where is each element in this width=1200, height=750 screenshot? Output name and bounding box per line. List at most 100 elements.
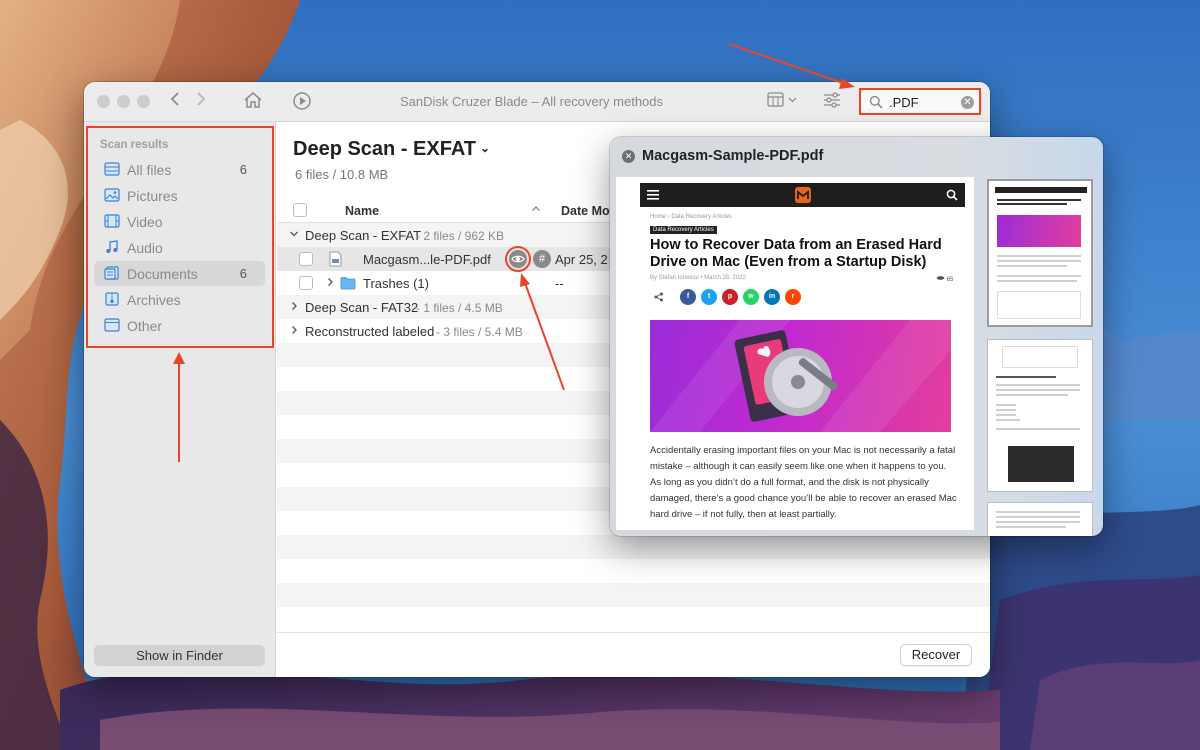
close-window-button[interactable] xyxy=(97,95,110,108)
pinterest-share-icon: p xyxy=(722,289,738,305)
sort-ascending-icon xyxy=(532,206,540,211)
page-thumbnail[interactable] xyxy=(987,339,1093,492)
sidebar-item-video[interactable]: Video xyxy=(94,209,265,234)
sidebar: Scan results All files 6 Pictures Video … xyxy=(84,122,276,677)
chevron-right-icon[interactable] xyxy=(289,324,299,336)
scan-summary: 6 files / 10.8 MB xyxy=(295,167,389,182)
pictures-icon xyxy=(104,188,120,202)
page-thumbnail[interactable] xyxy=(987,179,1093,327)
sidebar-item-label: Documents xyxy=(127,266,198,282)
sidebar-item-archives[interactable]: Archives xyxy=(94,287,265,312)
audio-icon xyxy=(106,240,118,253)
whatsapp-share-icon: w xyxy=(743,289,759,305)
folder-name: Trashes (1) xyxy=(363,276,429,291)
chevron-right-icon[interactable] xyxy=(289,300,299,312)
zoom-window-button[interactable] xyxy=(137,95,150,108)
view-options-icon[interactable] xyxy=(766,91,800,113)
page-thumbnails xyxy=(985,177,1095,536)
group-name: Reconstructed labeled xyxy=(305,324,435,339)
resume-scan-icon[interactable] xyxy=(291,91,313,113)
pdf-category-tag: Data Recovery Articles xyxy=(650,226,717,234)
group-meta: - 1 files / 4.5 MB xyxy=(416,301,503,315)
sidebar-item-label: Other xyxy=(127,318,163,334)
sidebar-item-documents[interactable]: Documents 6 xyxy=(94,261,265,286)
twitter-share-icon: t xyxy=(701,289,717,305)
back-icon[interactable] xyxy=(168,91,182,113)
filter-sliders-icon[interactable] xyxy=(821,91,843,113)
hash-icon[interactable]: # xyxy=(533,250,551,268)
archives-icon xyxy=(105,292,119,306)
eye-icon xyxy=(936,276,945,280)
clear-search-icon[interactable]: ✕ xyxy=(961,96,974,109)
pdf-body-text: Accidentally erasing important files on … xyxy=(650,445,957,520)
preview-eye-icon[interactable] xyxy=(509,250,527,268)
sidebar-item-label: All files xyxy=(127,162,172,178)
sidebar-item-count: 6 xyxy=(239,266,247,281)
sidebar-item-audio[interactable]: Audio xyxy=(94,235,265,260)
preview-title: Macgasm-Sample-PDF.pdf xyxy=(642,148,824,164)
sidebar-item-other[interactable]: Other xyxy=(94,313,265,338)
sidebar-item-label: Audio xyxy=(127,240,163,256)
hamburger-menu-icon xyxy=(647,190,659,200)
video-icon xyxy=(104,214,120,228)
chevron-down-icon: ⌄ xyxy=(480,141,491,155)
window-title: SanDisk Cruzer Blade – All recovery meth… xyxy=(400,94,664,109)
group-name: Deep Scan - FAT32 xyxy=(305,300,419,315)
file-name: Macgasm...le-PDF.pdf xyxy=(363,252,491,267)
empty-row xyxy=(277,583,990,607)
share-icon xyxy=(654,292,663,302)
column-name[interactable]: Name xyxy=(345,204,379,218)
all-files-icon xyxy=(104,162,120,176)
file-date: Apr 25, 2 xyxy=(555,252,608,267)
bottom-bar: Recover xyxy=(277,632,990,677)
group-meta: - 2 files / 962 KB xyxy=(416,229,505,243)
recover-button[interactable]: Recover xyxy=(900,644,972,666)
close-preview-icon[interactable]: ✕ xyxy=(622,150,635,163)
pdf-view-count: 65 xyxy=(936,275,953,283)
sidebar-header: Scan results xyxy=(100,139,169,151)
sidebar-item-pictures[interactable]: Pictures xyxy=(94,183,265,208)
scan-title-text: Deep Scan - EXFAT xyxy=(293,138,477,160)
pdf-breadcrumb: Home › Data Recovery Articles xyxy=(650,214,733,220)
pdf-file-icon xyxy=(329,251,342,267)
pdf-heading: How to Recover Data from an Erased Hard … xyxy=(650,237,942,270)
search-icon xyxy=(946,189,958,201)
search-input[interactable]: .PDF xyxy=(889,95,919,110)
quick-look-panel: ✕ Macgasm-Sample-PDF.pdf Home › Data Rec… xyxy=(610,137,1103,536)
page-thumbnail[interactable] xyxy=(987,502,1093,536)
empty-row xyxy=(277,535,990,559)
group-name: Deep Scan - EXFAT xyxy=(305,228,422,243)
folder-checkbox[interactable] xyxy=(299,276,313,290)
home-icon[interactable] xyxy=(242,91,264,113)
forward-icon[interactable] xyxy=(194,91,208,113)
chevron-right-icon[interactable] xyxy=(325,276,335,288)
title-bar: SanDisk Cruzer Blade – All recovery meth… xyxy=(84,82,990,122)
pdf-hero-image xyxy=(650,320,951,432)
file-checkbox[interactable] xyxy=(299,252,313,266)
site-logo-icon xyxy=(795,187,811,203)
sidebar-item-label: Pictures xyxy=(127,188,178,204)
column-date-modified[interactable]: Date Mod xyxy=(561,204,617,218)
pdf-page: Home › Data Recovery Articles Data Recov… xyxy=(616,177,974,530)
show-in-finder-button[interactable]: Show in Finder xyxy=(94,645,265,666)
pdf-byline: By Stefan Ionescu • March 28, 2022 xyxy=(650,275,746,281)
sidebar-item-count: 6 xyxy=(239,162,247,177)
search-icon xyxy=(869,95,883,109)
other-icon xyxy=(104,318,120,332)
reddit-share-icon: r xyxy=(785,289,801,305)
scan-title[interactable]: Deep Scan - EXFAT ⌄ xyxy=(293,138,490,161)
site-navbar xyxy=(640,183,965,207)
select-all-checkbox[interactable] xyxy=(293,203,307,217)
minimize-window-button[interactable] xyxy=(117,95,130,108)
sidebar-item-label: Video xyxy=(127,214,163,230)
search-field[interactable]: .PDF ✕ xyxy=(860,89,982,115)
group-meta: - 3 files / 5.4 MB xyxy=(436,325,523,339)
pdf-view-count-value: 65 xyxy=(946,277,954,283)
folder-date: -- xyxy=(555,276,564,291)
documents-icon xyxy=(104,266,119,280)
facebook-share-icon: f xyxy=(680,289,696,305)
chevron-down-icon[interactable] xyxy=(289,228,299,240)
folder-icon xyxy=(340,277,356,290)
sidebar-item-label: Archives xyxy=(127,292,181,308)
sidebar-item-all-files[interactable]: All files 6 xyxy=(94,157,265,182)
